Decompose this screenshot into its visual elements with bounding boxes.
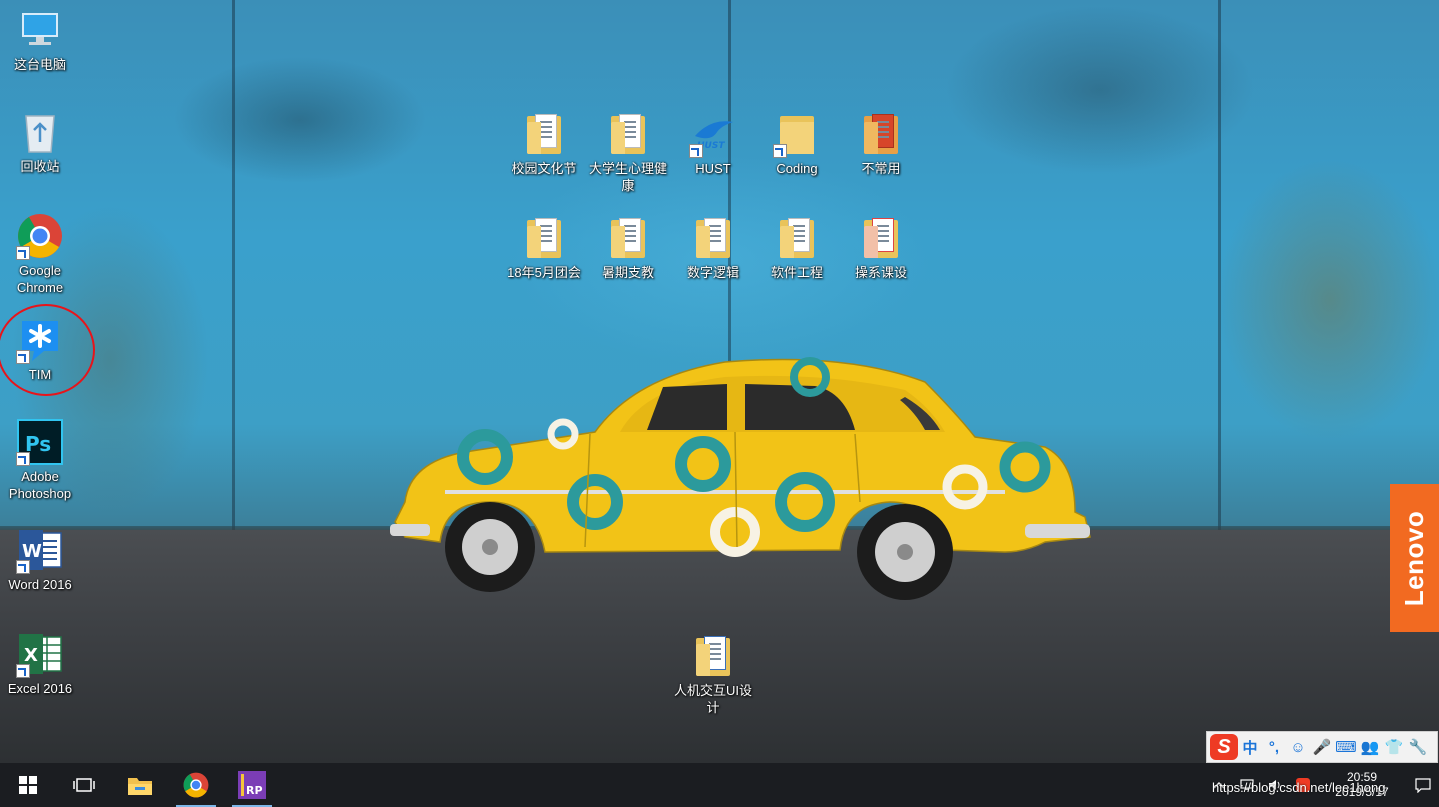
wall-seam [1218, 0, 1221, 530]
svg-text:X: X [24, 645, 38, 666]
desktop-icon-label: Coding [776, 161, 818, 176]
desktop-icon-label: 18年5月团会 [507, 265, 581, 280]
notification-icon [1415, 778, 1431, 793]
desktop-folder-software-eng[interactable]: 软件工程 [757, 214, 837, 281]
folder-icon [857, 214, 905, 262]
desktop-folder-mental-health[interactable]: 大学生心理健康 [588, 110, 668, 194]
desktop-shortcut-hust[interactable]: HUST HUST [673, 110, 753, 177]
chrome-icon [183, 772, 209, 798]
shortcut-arrow-icon [16, 246, 30, 260]
desktop-icon-label: 不常用 [861, 161, 901, 176]
task-view-icon [73, 778, 95, 792]
desktop-icon-word[interactable]: W Word 2016 [0, 526, 80, 593]
desktop-icon-label: Word 2016 [8, 577, 72, 592]
desktop-folder-may-meeting[interactable]: 18年5月团会 [504, 214, 584, 281]
folder-icon [773, 110, 821, 158]
this-pc-icon [16, 6, 64, 54]
csdn-watermark: https://blog.csdn.net/lee1hong [1212, 780, 1386, 795]
ime-microphone-icon[interactable]: 🎤 [1310, 734, 1334, 760]
shortcut-arrow-icon [16, 452, 30, 466]
chrome-icon [16, 212, 64, 260]
desktop-folder-not-frequent[interactable]: 不常用 [841, 110, 921, 177]
taskbar-file-explorer[interactable] [112, 763, 168, 807]
desktop-icon-label: 大学生心理健康 [588, 161, 667, 193]
wall-seam [232, 0, 235, 530]
folder-icon [689, 632, 737, 680]
lenovo-logo-text: Lenovo [1399, 510, 1430, 606]
red-highlight-circle [0, 304, 95, 396]
shortcut-arrow-icon [16, 664, 30, 678]
desktop-icon-recycle-bin[interactable]: 回收站 [0, 108, 80, 175]
desktop-icon-label: Excel 2016 [7, 681, 73, 696]
desktop-icon-label: 暑期支教 [601, 265, 654, 280]
svg-text:RP: RP [246, 784, 263, 797]
desktop-folder-hci-ui-design[interactable]: 人机交互UI设计 [673, 632, 753, 716]
ime-emoji-icon[interactable]: ☺ [1286, 734, 1310, 760]
word-icon: W [16, 526, 64, 574]
folder-icon [689, 214, 737, 262]
ime-tools-icon[interactable]: 🔧 [1406, 734, 1430, 760]
excel-icon: X [16, 630, 64, 678]
desktop-icon-label: 这台电脑 [13, 57, 66, 72]
task-view-button[interactable] [56, 763, 112, 807]
sogou-ime-logo[interactable]: S [1210, 734, 1238, 760]
desktop-icon-this-pc[interactable]: 这台电脑 [0, 6, 80, 73]
desktop-folder-campus-culture[interactable]: 校园文化节 [504, 110, 584, 177]
desktop-icon-label: 回收站 [20, 159, 60, 174]
ime-chinese-mode-button[interactable]: 中 [1238, 734, 1262, 760]
folder-icon [604, 110, 652, 158]
hust-logo-icon: HUST [689, 110, 737, 158]
desktop-icon-label: 数字逻辑 [686, 265, 739, 280]
desktop-icon-chrome[interactable]: Google Chrome [0, 212, 80, 296]
folder-icon [520, 214, 568, 262]
shortcut-arrow-icon [689, 144, 703, 158]
desktop-icon-label: 软件工程 [770, 265, 823, 280]
desktop-icon-label: Google Chrome [16, 263, 64, 295]
taskbar-chrome[interactable] [168, 763, 224, 807]
action-center-button[interactable] [1407, 763, 1439, 807]
desktop-shortcut-coding[interactable]: Coding [757, 110, 837, 177]
ime-skin-icon[interactable]: 👕 [1382, 734, 1406, 760]
yellow-car-image [390, 357, 1091, 600]
axure-rp-icon: RP [238, 771, 266, 799]
taskbar-axure-rp[interactable]: RP [224, 763, 280, 807]
ime-users-icon[interactable]: 👥 [1358, 734, 1382, 760]
desktop-icon-photoshop[interactable]: Ps Adobe Photoshop [0, 418, 80, 502]
svg-text:W: W [22, 541, 42, 562]
desktop-folder-digital-logic[interactable]: 数字逻辑 [673, 214, 753, 281]
lenovo-logo: Lenovo [1390, 484, 1439, 632]
start-button[interactable] [0, 763, 56, 807]
desktop-icon-label: 操系课设 [854, 265, 907, 280]
desktop-icon-label: Adobe Photoshop [8, 469, 72, 501]
folder-icon [604, 214, 652, 262]
windows-logo-icon [19, 776, 37, 794]
ime-punctuation-button[interactable]: °, [1262, 734, 1286, 760]
shortcut-arrow-icon [773, 144, 787, 158]
folder-icon [857, 110, 905, 158]
desktop-icon-excel[interactable]: X Excel 2016 [0, 630, 80, 697]
desktop-icon-label: 人机交互UI设计 [673, 683, 752, 715]
folder-icon [773, 214, 821, 262]
desktop-icon-label: HUST [695, 161, 731, 176]
desktop-folder-summer-teaching[interactable]: 暑期支教 [588, 214, 668, 281]
shortcut-arrow-icon [16, 560, 30, 574]
photoshop-icon: Ps [16, 418, 64, 466]
ime-keyboard-icon[interactable]: ⌨ [1334, 734, 1358, 760]
recycle-bin-icon [16, 108, 64, 156]
desktop-folder-os-project[interactable]: 操系课设 [841, 214, 921, 281]
folder-icon [520, 110, 568, 158]
ime-toolbar[interactable]: S 中 °, ☺ 🎤 ⌨ 👥 👕 🔧 [1206, 731, 1438, 763]
file-explorer-icon [128, 778, 152, 795]
desktop-icon-label: 校园文化节 [511, 161, 577, 176]
